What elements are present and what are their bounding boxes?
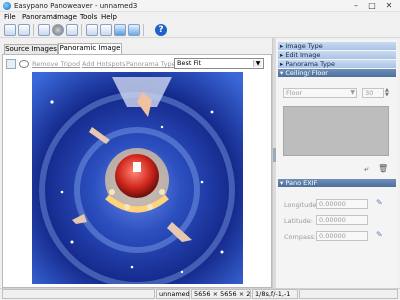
- toolbar-divider: [33, 24, 34, 36]
- section-panorama-type-label: Panorama Type: [285, 60, 336, 68]
- stitch-icon[interactable]: [52, 24, 64, 36]
- panorama-image[interactable]: [32, 72, 243, 284]
- latitude-label: Latitude:: [284, 217, 313, 225]
- ceiling-floor-preview: [283, 106, 389, 156]
- panorama-type-button[interactable]: Panorama Type: [126, 60, 176, 68]
- share-icon[interactable]: [66, 24, 78, 36]
- new-project-icon[interactable]: [4, 24, 16, 36]
- ceiling-floor-number-value: 30: [365, 89, 374, 97]
- status-image-size: 5656 × 5656 × 24b: [191, 289, 251, 299]
- close-icon[interactable]: ✕: [381, 1, 397, 11]
- tab-panoramic-image[interactable]: Panoramic Image: [58, 43, 122, 54]
- menu-file[interactable]: File: [4, 13, 16, 21]
- tab-source-images[interactable]: Source Images: [4, 44, 58, 54]
- zoom-select-value: Best Fit: [177, 59, 202, 67]
- section-pano-exif-label: Pano EXIF: [285, 179, 318, 187]
- add-hotspots-button[interactable]: Add Hotspots: [82, 60, 126, 68]
- publish-icon[interactable]: [86, 24, 98, 36]
- ceiling-floor-number[interactable]: 30: [362, 88, 384, 98]
- puzzle-icon[interactable]: [114, 24, 126, 36]
- ceiling-floor-select[interactable]: Floor ▼: [283, 88, 357, 98]
- chevron-down-icon: ▼: [253, 60, 262, 67]
- ceiling-floor-select-value: Floor: [286, 89, 303, 97]
- open-icon[interactable]: [18, 24, 30, 36]
- toolbar-divider: [81, 24, 82, 36]
- section-panorama-type[interactable]: ▸ Panorama Type: [278, 60, 396, 68]
- tools-icon[interactable]: [100, 24, 112, 36]
- latitude-field[interactable]: 0.00000: [316, 215, 368, 225]
- section-ceiling-floor-label: Ceiling/ Floor: [285, 69, 328, 77]
- menu-help[interactable]: Help: [101, 13, 117, 21]
- menu-tools[interactable]: Tools: [80, 13, 97, 21]
- save-icon[interactable]: [38, 24, 50, 36]
- select-icon[interactable]: [6, 59, 16, 69]
- tripod-icon[interactable]: [19, 60, 29, 68]
- little-planet-image: [32, 72, 243, 284]
- number-stepper-icon[interactable]: ▲ ▼: [385, 88, 391, 98]
- section-image-type[interactable]: ▸ Image Type: [278, 42, 396, 50]
- pick-compass-icon[interactable]: ✎: [376, 231, 384, 239]
- status-filename: unnamed3: [156, 289, 190, 299]
- section-pano-exif[interactable]: ▾ Pano EXIF: [278, 179, 396, 187]
- section-edit-image[interactable]: ▸ Edit Image: [278, 51, 396, 59]
- toolbar-divider: [143, 24, 144, 36]
- status-exposure: 1/8s,f/-1,-1: [252, 289, 298, 299]
- longitude-label: Longitude:: [284, 201, 319, 209]
- help-icon[interactable]: ?: [155, 24, 167, 36]
- batch-icon[interactable]: [128, 24, 140, 36]
- app-logo-icon: [3, 2, 11, 10]
- status-extra: [299, 289, 398, 299]
- zoom-select[interactable]: Best Fit ▼: [174, 58, 264, 69]
- compass-field[interactable]: 0.00000: [316, 231, 368, 241]
- status-message: [2, 289, 155, 299]
- menu-image[interactable]: Image: [55, 13, 77, 21]
- menu-panorama[interactable]: Panorama: [22, 13, 57, 21]
- section-image-type-label: Image Type: [285, 42, 323, 50]
- maximize-icon[interactable]: □: [364, 1, 380, 11]
- minimize-icon[interactable]: –: [348, 1, 364, 11]
- delete-icon[interactable]: 🗑: [378, 164, 388, 173]
- section-ceiling-floor[interactable]: ▾ Ceiling/ Floor: [278, 69, 396, 77]
- remove-tripod-button[interactable]: Remove Tripod: [32, 60, 80, 68]
- section-edit-image-label: Edit Image: [285, 51, 321, 59]
- chevron-down-icon: ▼: [350, 89, 355, 96]
- longitude-field[interactable]: 0.00000: [316, 199, 368, 209]
- import-icon[interactable]: ⤶: [364, 164, 373, 173]
- window-title: Easypano Panoweaver - unnamed3: [14, 2, 138, 10]
- pick-location-icon[interactable]: ✎: [376, 199, 384, 207]
- compass-label: Compass:: [284, 233, 316, 241]
